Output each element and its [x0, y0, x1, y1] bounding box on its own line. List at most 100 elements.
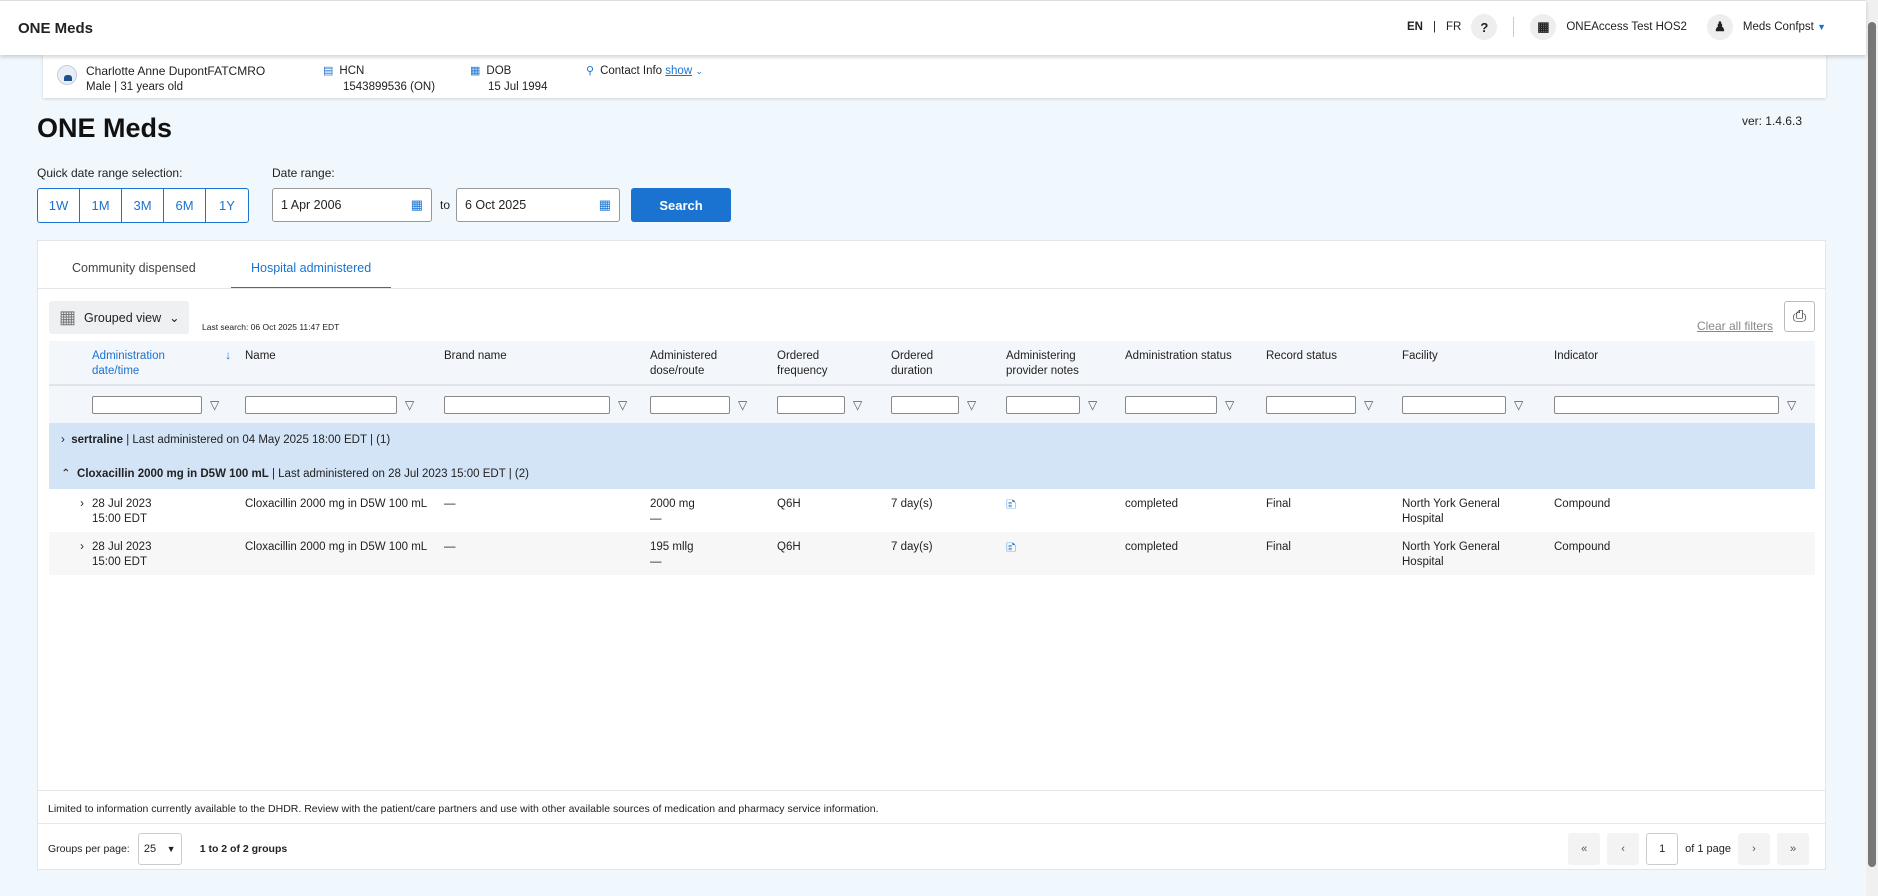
- quick-3m[interactable]: 3M: [122, 189, 164, 222]
- scrollbar-thumb[interactable]: [1868, 22, 1876, 867]
- user-icon: ♟: [1706, 14, 1733, 40]
- organization-name[interactable]: ONEAccess Test HOS2: [1566, 21, 1687, 33]
- lang-separator: |: [1433, 21, 1436, 33]
- dob-value: 15 Jul 1994: [488, 81, 548, 93]
- filter-input[interactable]: [92, 395, 202, 414]
- clear-filters-link[interactable]: Clear all filters: [1697, 319, 1773, 333]
- filter-input[interactable]: [1006, 395, 1080, 414]
- admin-status: completed: [1125, 532, 1266, 575]
- search-button[interactable]: Search: [631, 188, 731, 222]
- filter-icon[interactable]: ▽: [618, 398, 627, 412]
- tab-community-dispensed[interactable]: Community dispensed: [52, 256, 216, 289]
- app-brand[interactable]: ONE Meds: [18, 20, 93, 37]
- page-input[interactable]: 1: [1646, 833, 1679, 865]
- col-brand[interactable]: Brand name: [444, 341, 650, 386]
- col-indicator[interactable]: Indicator: [1554, 341, 1815, 386]
- filter-input[interactable]: [1125, 395, 1217, 414]
- page-count: of 1 page: [1685, 843, 1731, 855]
- med-name: Cloxacillin 2000 mg in D5W 100 mL: [245, 498, 428, 510]
- filter-input[interactable]: [245, 395, 397, 414]
- from-date-input[interactable]: 1 Apr 2006 ▦: [272, 188, 432, 222]
- filter-icon[interactable]: ▽: [1225, 398, 1234, 412]
- group-name: Cloxacillin 2000 mg in D5W 100 mL: [77, 467, 269, 480]
- to-date-input[interactable]: 6 Oct 2025 ▦: [456, 188, 620, 222]
- sort-desc-icon[interactable]: ↓: [225, 349, 231, 364]
- quick-1y[interactable]: 1Y: [206, 189, 248, 222]
- col-facility[interactable]: Facility: [1402, 341, 1554, 386]
- document-icon[interactable]: 🗈: [1006, 496, 1016, 512]
- quick-1m[interactable]: 1M: [80, 189, 122, 222]
- filter-icon[interactable]: ▽: [210, 398, 219, 412]
- filter-input[interactable]: [1402, 395, 1506, 414]
- col-name[interactable]: Name: [245, 341, 444, 386]
- col-admin-status[interactable]: Administration status: [1125, 341, 1266, 386]
- col-dose[interactable]: Administered dose/route: [650, 341, 777, 386]
- chevron-up-icon[interactable]: ⌃: [61, 468, 71, 480]
- calendar-icon[interactable]: ▦: [599, 197, 611, 213]
- user-menu[interactable]: Meds Confpst ▼: [1743, 21, 1826, 33]
- grouped-view-dropdown[interactable]: ▦ Grouped view ⌄: [49, 301, 189, 334]
- filter-icon[interactable]: ▽: [853, 398, 862, 412]
- id-card-icon: ▤: [323, 65, 334, 77]
- col-admin-date[interactable]: Administration date/time ↓: [92, 341, 245, 386]
- page-scrollbar[interactable]: [1866, 0, 1878, 896]
- col-duration[interactable]: Ordered duration: [891, 341, 1006, 386]
- col-label: Administration date/time: [92, 350, 165, 377]
- to-date-value: 6 Oct 2025: [465, 198, 527, 212]
- brand-name: —: [444, 532, 650, 575]
- last-page-button[interactable]: »: [1777, 833, 1809, 865]
- lang-en[interactable]: EN: [1407, 21, 1423, 33]
- print-button[interactable]: ⎙: [1784, 301, 1815, 332]
- prev-page-button[interactable]: ‹: [1607, 833, 1640, 865]
- group-row[interactable]: ⌃ Cloxacillin 2000 mg in D5W 100 mL | La…: [49, 456, 1815, 489]
- filter-icon[interactable]: ▽: [1514, 398, 1523, 412]
- dose: 2000 mg: [650, 498, 695, 510]
- brand-name: —: [444, 498, 456, 510]
- hcn-value: 1543899536 (ON): [343, 81, 436, 93]
- chevron-right-icon[interactable]: ›: [61, 434, 65, 446]
- group-name: sertraline: [71, 433, 124, 446]
- quick-range-label: Quick date range selection:: [37, 166, 183, 180]
- printer-icon: ⎙: [1793, 307, 1806, 325]
- filter-input[interactable]: [777, 395, 845, 414]
- filter-input[interactable]: [444, 395, 610, 414]
- frequency: Q6H: [777, 532, 891, 575]
- first-page-button[interactable]: «: [1568, 833, 1601, 865]
- per-page-select[interactable]: 25 ▼: [137, 833, 182, 865]
- filter-icon[interactable]: ▽: [1088, 398, 1097, 412]
- filter-icon[interactable]: ▽: [1787, 398, 1796, 412]
- next-page-button[interactable]: ›: [1738, 833, 1770, 865]
- quick-1w[interactable]: 1W: [38, 189, 80, 222]
- filter-input[interactable]: [1554, 395, 1779, 414]
- chevron-right-icon[interactable]: ›: [80, 498, 84, 510]
- from-date-value: 1 Apr 2006: [281, 198, 342, 212]
- filter-input[interactable]: [650, 395, 730, 414]
- tab-hospital-administered[interactable]: Hospital administered: [231, 256, 392, 289]
- col-record-status[interactable]: Record status: [1266, 341, 1402, 386]
- filter-icon[interactable]: ▽: [967, 398, 976, 412]
- help-button[interactable]: ?: [1471, 14, 1498, 40]
- user-name: Meds Confpst: [1742, 21, 1814, 33]
- group-summary: | Last administered on 04 May 2025 18:00…: [126, 433, 391, 446]
- document-icon[interactable]: 🗈: [1006, 539, 1016, 555]
- filter-input[interactable]: [1266, 395, 1356, 414]
- hospital-icon: ▦: [1530, 14, 1557, 40]
- per-page-value: 25: [143, 843, 157, 855]
- quick-6m[interactable]: 6M: [164, 189, 206, 222]
- facility: North York General Hospital: [1402, 498, 1500, 525]
- filter-icon[interactable]: ▽: [1364, 398, 1373, 412]
- group-summary: | Last administered on 28 Jul 2023 15:00…: [271, 467, 529, 480]
- filter-icon[interactable]: ▽: [738, 398, 747, 412]
- col-notes[interactable]: Administering provider notes: [1006, 341, 1125, 386]
- lang-fr[interactable]: FR: [1446, 21, 1461, 33]
- pagination: « ‹ 1 of 1 page › »: [1568, 833, 1809, 865]
- calendar-icon[interactable]: ▦: [411, 197, 423, 213]
- table-row[interactable]: › 28 Jul 2023 15:00 EDT Cloxacillin 2000 …: [49, 532, 1815, 575]
- chevron-right-icon[interactable]: ›: [80, 541, 84, 553]
- contact-show-link[interactable]: show: [665, 65, 692, 77]
- filter-icon[interactable]: ▽: [405, 398, 414, 412]
- group-row[interactable]: › sertraline | Last administered on 04 M…: [49, 423, 1815, 456]
- col-frequency[interactable]: Ordered frequency: [777, 341, 891, 386]
- filter-input[interactable]: [891, 395, 959, 414]
- table-row[interactable]: › 28 Jul 2023 15:00 EDT Cloxacillin 2000 …: [49, 489, 1815, 532]
